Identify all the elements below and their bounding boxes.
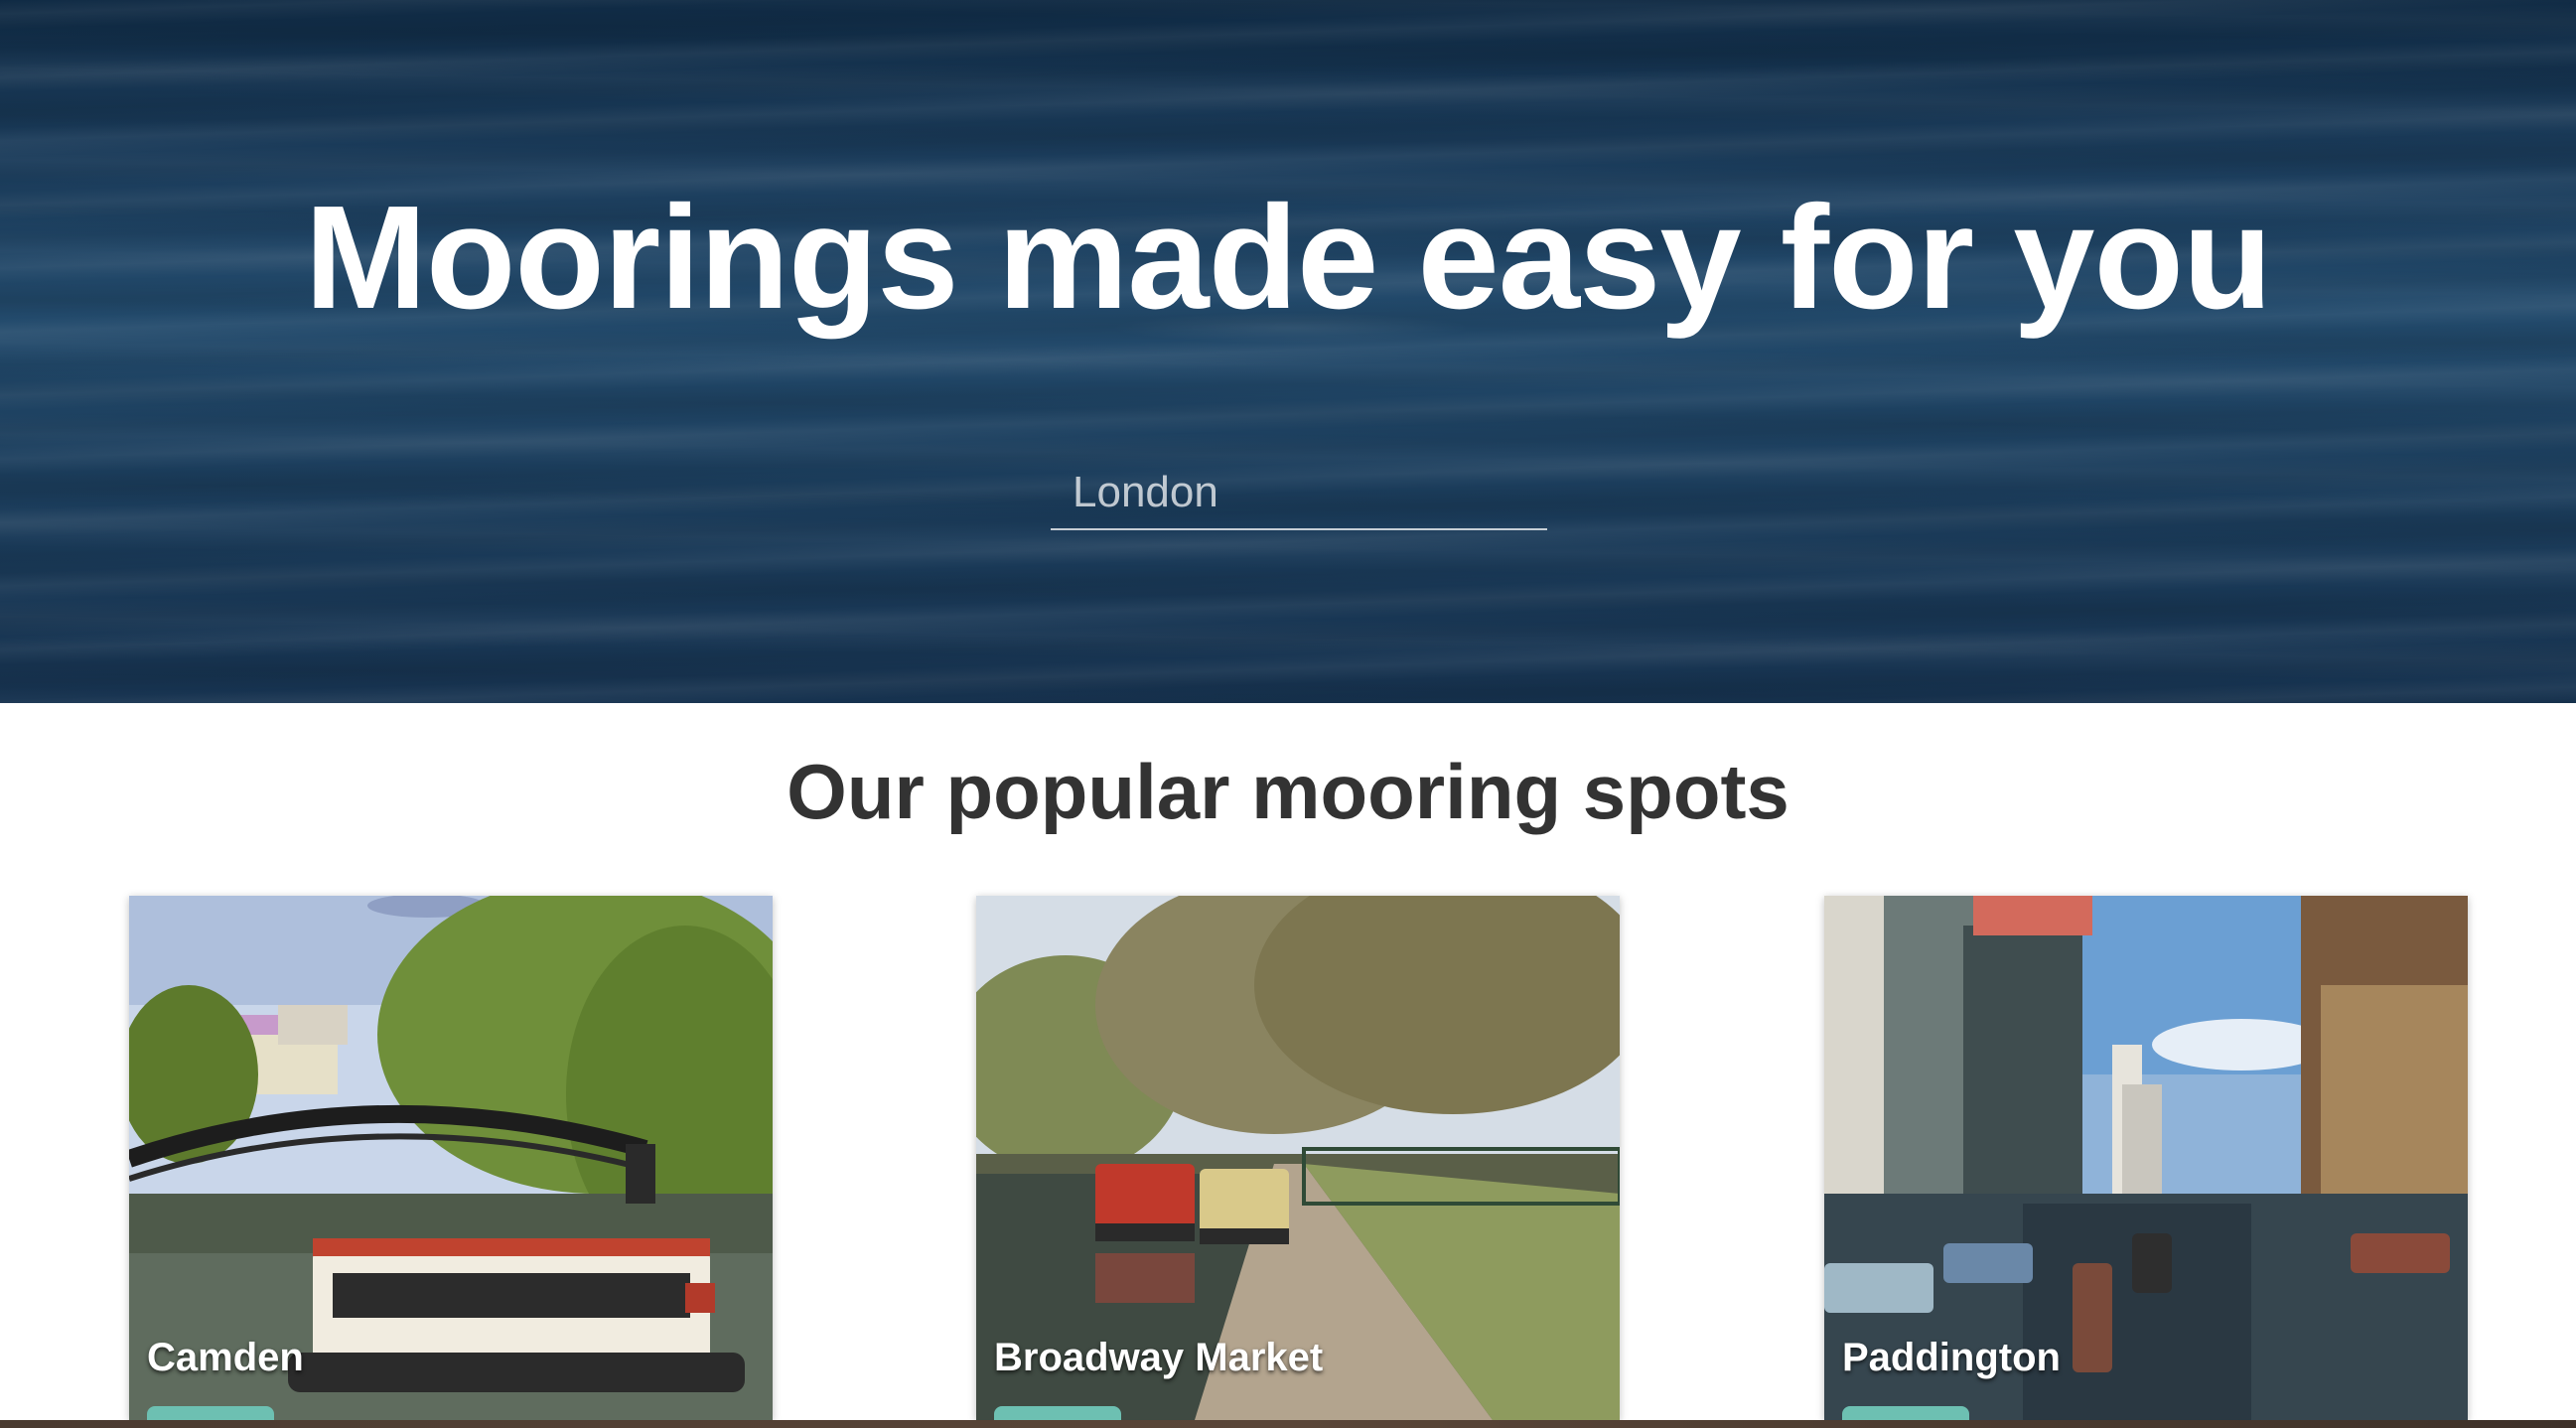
location-search (1051, 457, 1547, 532)
page-footer-edge (0, 1420, 2576, 1428)
spot-name: Broadway Market (994, 1336, 1324, 1379)
spot-name: Camden (147, 1336, 304, 1379)
spot-badge (1842, 1406, 1969, 1420)
hero-banner: Moorings made easy for you (0, 0, 2576, 703)
location-search-input[interactable] (1051, 457, 1547, 530)
spot-name: Paddington (1842, 1336, 2061, 1379)
spot-badge (147, 1406, 274, 1420)
popular-spots-heading: Our popular mooring spots (787, 748, 1789, 835)
spot-card-camden[interactable]: Camden (129, 896, 773, 1420)
hero-title: Moorings made easy for you (304, 176, 2273, 340)
spot-badge (994, 1406, 1121, 1420)
spot-card-paddington[interactable]: Paddington (1824, 896, 2468, 1420)
spot-card-broadway-market[interactable]: Broadway Market (976, 896, 1620, 1420)
